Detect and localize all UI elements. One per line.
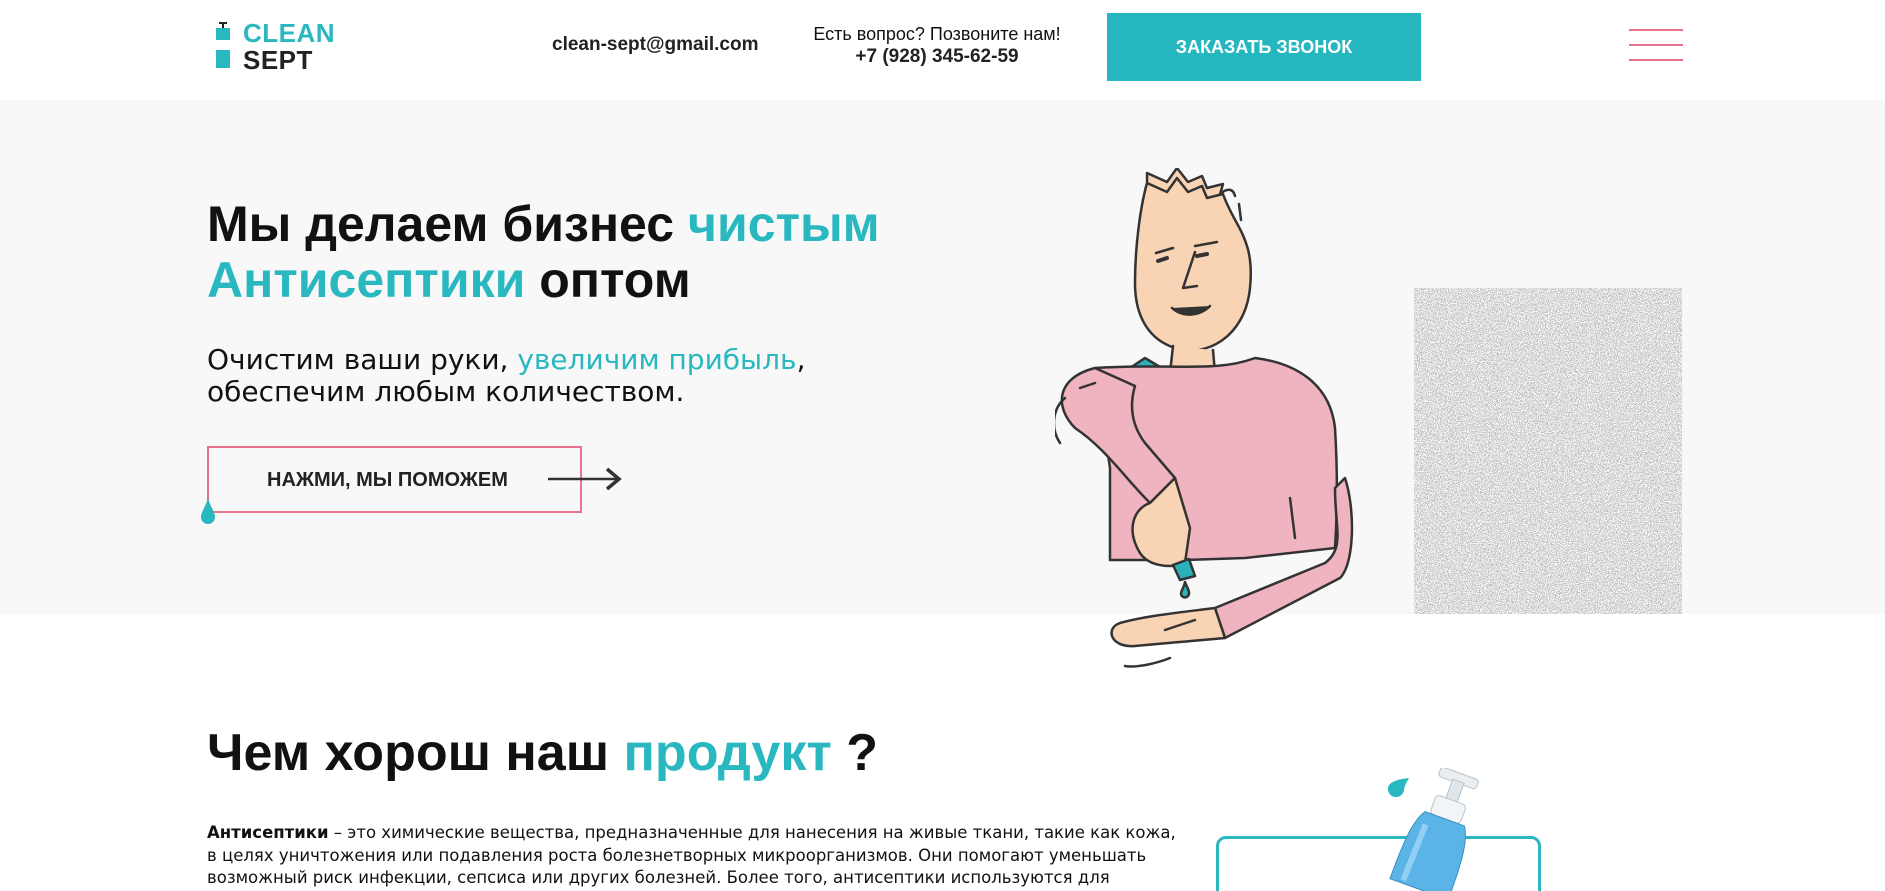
hero-sub-accent: увеличим прибыль [517,343,797,376]
logo[interactable]: CLEAN SEPT [214,20,344,74]
product-text-line1: – это химические вещества, предназначенн… [328,823,1176,842]
hero-title: Мы делаем бизнес чистым Антисептики опто… [207,196,880,308]
sanitizer-bottle-logo-icon [216,22,230,68]
arrow-right-icon [548,467,622,491]
hero-sub-part2: , [796,343,806,376]
product-text-line2: в целях уничтожения или подавления роста… [207,845,1147,865]
help-button-label: НАЖМИ, МЫ ПОМОЖЕМ [267,469,508,491]
sanitizer-bottle-image [1389,768,1479,891]
hero-subtitle: Очистим ваши руки, увеличим прибыль, обе… [207,344,805,408]
hero-title-part1: Мы делаем бизнес [207,196,688,252]
product-text-line3: возможный риск инфекции, сепсиса или дру… [207,868,1110,887]
product-text-bold: Антисептики [207,823,329,842]
hero-title-accent2: Антисептики [207,252,526,308]
hero-title-accent1: чистым [687,196,880,252]
phone-question: Есть вопрос? Позвоните нам! [813,24,1061,44]
man-with-sanitizer-illustration [1055,168,1354,668]
email-link[interactable]: clean-sept@gmail.com [552,34,758,56]
hero-title-part2: оптом [525,252,691,308]
hero-sub-line2: обеспечим любым количеством. [207,375,685,408]
product-title-part1: Чем хорош наш [207,724,624,782]
product-title-part2: ? [831,724,879,782]
product-title-accent: продукт [623,724,832,782]
logo-text: CLEAN SEPT [243,20,335,74]
phone-block: Есть вопрос? Позвоните нам! +7 (928) 345… [803,23,1071,69]
product-description: Антисептики – это химические вещества, п… [207,822,1177,890]
phone-number-link[interactable]: +7 (928) 345-62-59 [803,45,1071,69]
logo-line-clean: CLEAN [243,18,336,48]
product-image-frame [1216,836,1541,891]
hero-sub-part1: Очистим ваши руки, [207,343,518,376]
hamburger-menu-icon[interactable] [1629,29,1683,61]
product-section-title: Чем хорош наш продукт ? [207,723,878,783]
water-drop-icon [201,498,215,524]
help-button[interactable]: НАЖМИ, МЫ ПОМОЖЕМ [207,446,582,513]
site-header: CLEAN SEPT clean-sept@gmail.com Есть воп… [0,0,1885,100]
order-callback-button[interactable]: ЗАКАЗАТЬ ЗВОНОК [1107,13,1421,81]
logo-line-sept: SEPT [243,45,313,75]
